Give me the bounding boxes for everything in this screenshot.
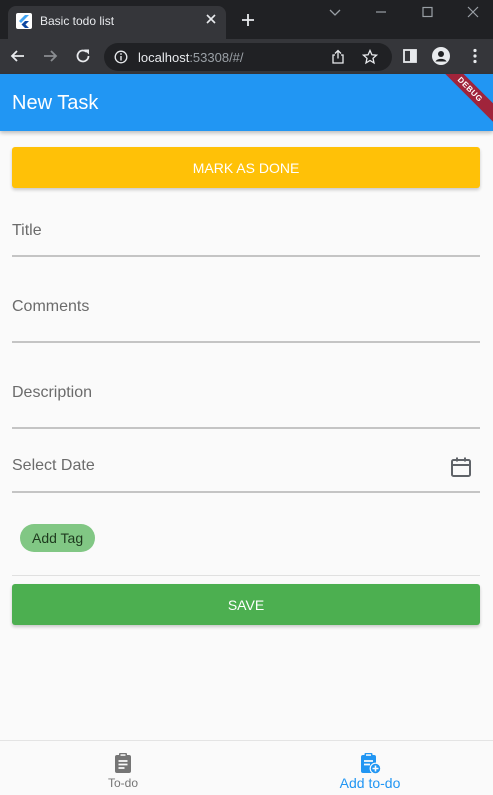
flutter-favicon-icon (16, 13, 32, 29)
bottom-navigation: To-do Add to-do (0, 740, 493, 795)
nav-item-todo[interactable]: To-do (0, 741, 246, 795)
add-tag-chip[interactable]: Add Tag (20, 524, 96, 552)
description-field-label: Description (12, 384, 93, 401)
new-tab-icon[interactable] (241, 13, 255, 27)
title-field[interactable]: Title (12, 209, 480, 257)
add-task-icon (359, 752, 382, 775)
page-title: New Task (12, 92, 99, 114)
kebab-menu-icon[interactable] (466, 47, 484, 65)
url-text: localhost:53308/#/ (138, 50, 244, 65)
nav-label-todo: To-do (107, 776, 139, 790)
mark-as-done-button[interactable]: MARK AS DONE (12, 147, 480, 188)
browser-toolbar: localhost:53308/#/ (0, 39, 493, 74)
maximize-icon[interactable] (420, 5, 434, 18)
bookmark-star-icon[interactable] (361, 48, 379, 65)
comments-field[interactable]: Comments (12, 287, 480, 343)
tab-close-icon[interactable] (204, 12, 218, 26)
nav-item-add-todo[interactable]: Add to-do (247, 741, 493, 795)
url-host: localhost (138, 50, 190, 65)
comments-field-label: Comments (12, 298, 90, 315)
url-path: :53308/#/ (189, 50, 244, 65)
tab-search-chevron-icon[interactable] (328, 5, 342, 17)
address-bar[interactable]: localhost:53308/#/ (104, 43, 392, 71)
forward-arrow-icon[interactable] (41, 47, 59, 65)
window-close-icon[interactable] (466, 5, 480, 18)
reload-icon[interactable] (74, 47, 92, 65)
title-input[interactable] (12, 229, 480, 251)
save-button[interactable]: SAVE (12, 584, 480, 625)
browser-tab-strip: Basic todo list (0, 0, 493, 39)
description-input[interactable] (12, 401, 480, 423)
comments-input[interactable] (12, 315, 480, 337)
back-arrow-icon[interactable] (9, 47, 27, 65)
side-panel-icon[interactable] (401, 47, 419, 65)
clipboard-icon (112, 752, 134, 774)
debug-banner: DEBUG (430, 74, 493, 130)
browser-tab[interactable]: Basic todo list (8, 6, 226, 39)
calendar-icon[interactable] (450, 456, 472, 478)
description-field[interactable]: Description (12, 373, 480, 429)
divider (12, 575, 480, 576)
date-field-label: Select Date (12, 457, 95, 474)
app-bar: New Task DEBUG (0, 74, 493, 131)
site-info-icon[interactable] (114, 50, 128, 64)
date-picker-field[interactable]: Select Date (12, 449, 480, 493)
minimize-icon[interactable] (374, 5, 388, 17)
profile-avatar-icon[interactable] (432, 47, 450, 65)
share-icon[interactable] (330, 49, 346, 65)
browser-tab-title: Basic todo list (40, 14, 115, 28)
nav-label-add-todo: Add to-do (339, 775, 401, 791)
